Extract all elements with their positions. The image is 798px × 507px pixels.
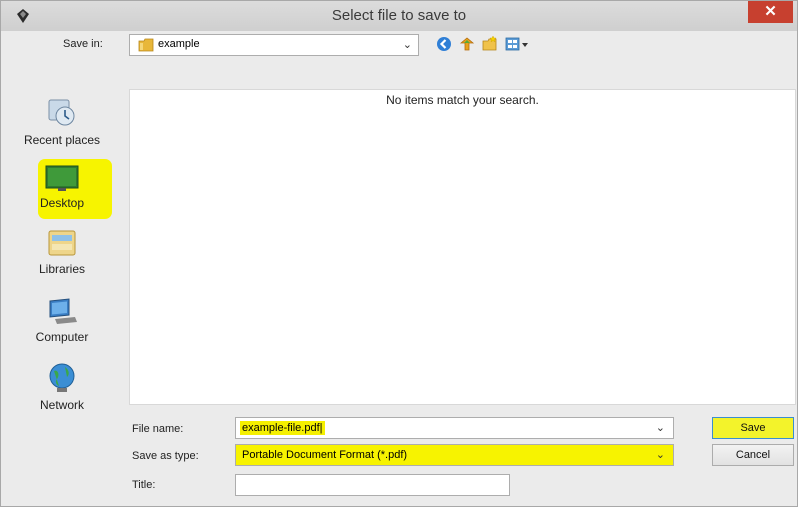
desktop-icon — [45, 165, 79, 191]
chevron-down-icon: ⌄ — [655, 449, 665, 461]
title-bar: Select file to save to ✕ — [1, 1, 797, 31]
save-as-type-label: Save as type: — [132, 450, 199, 462]
place-libraries[interactable]: Libraries — [5, 227, 119, 276]
back-icon[interactable] — [435, 35, 453, 53]
file-name-field[interactable]: example-file.pdf| ⌄ — [235, 417, 674, 439]
title-label: Title: — [132, 479, 156, 491]
recent-places-icon — [48, 99, 75, 126]
save-as-type-value: Portable Document Format (*.pdf) — [242, 449, 408, 461]
file-name-value: example-file.pdf| — [240, 421, 325, 435]
place-label: Computer — [35, 330, 89, 344]
place-label: Network — [39, 398, 84, 412]
save-in-value: example — [158, 38, 200, 50]
place-desktop[interactable]: Desktop — [5, 163, 119, 210]
window-title: Select file to save to — [331, 7, 467, 24]
new-folder-icon[interactable] — [481, 35, 499, 53]
save-button[interactable]: Save — [712, 417, 794, 439]
save-in-label: Save in: — [63, 38, 103, 50]
view-menu-icon[interactable] — [504, 35, 530, 53]
chevron-down-icon[interactable]: ⌄ — [656, 421, 665, 434]
close-button[interactable]: ✕ — [748, 1, 793, 23]
place-computer[interactable]: Computer — [5, 295, 119, 344]
save-in-dropdown[interactable]: example ⌄ — [129, 34, 419, 56]
network-icon — [49, 363, 75, 392]
up-folder-icon[interactable] — [458, 35, 476, 53]
place-label: Recent places — [23, 133, 101, 147]
place-recent-places[interactable]: Recent places — [5, 94, 119, 147]
cancel-button[interactable]: Cancel — [712, 444, 794, 466]
place-network[interactable]: Network — [5, 361, 119, 412]
chevron-down-icon: ⌄ — [402, 39, 412, 51]
empty-message: No items match your search. — [386, 93, 539, 107]
place-label: Desktop — [39, 196, 85, 210]
title-input[interactable] — [235, 474, 510, 496]
libraries-icon — [48, 230, 76, 256]
save-file-dialog: Select file to save to ✕ Save in: exampl… — [0, 0, 798, 507]
file-list[interactable]: No items match your search. — [129, 89, 796, 405]
computer-icon — [49, 298, 77, 324]
folder-icon — [138, 38, 154, 52]
file-name-label: File name: — [132, 423, 184, 435]
save-as-type-dropdown[interactable]: Portable Document Format (*.pdf) ⌄ — [235, 444, 674, 466]
place-label: Libraries — [38, 262, 86, 276]
